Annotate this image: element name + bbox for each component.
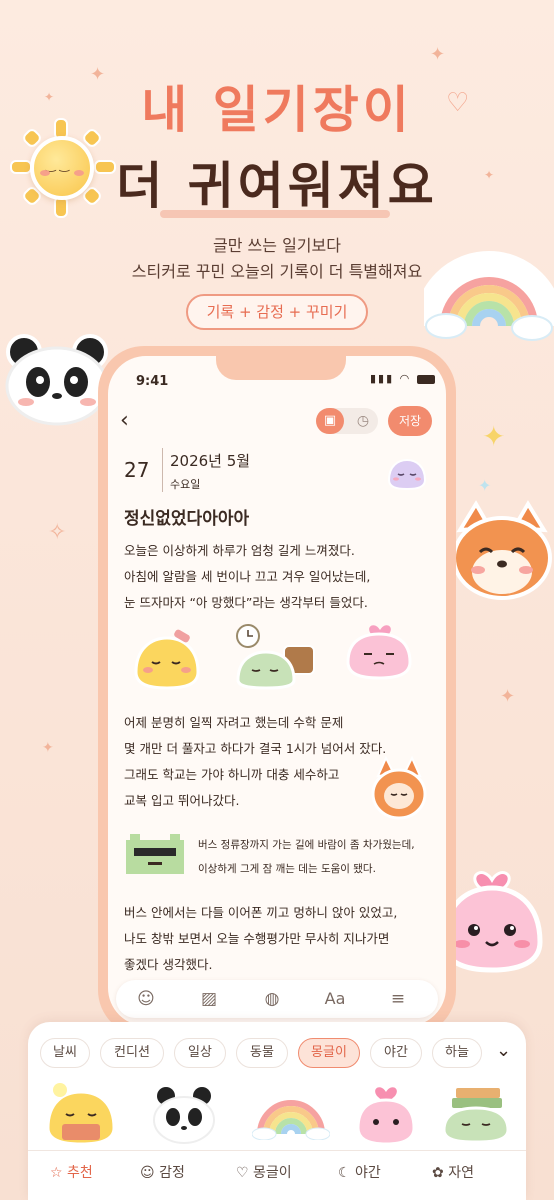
chevron-down-icon[interactable]: ⌄: [496, 1040, 511, 1061]
sparkle-icon: ✦: [90, 64, 106, 85]
mood-blob-icon[interactable]: [386, 456, 428, 490]
nav-item-nature[interactable]: ✿ 자연: [432, 1162, 474, 1182]
category-chip-condition[interactable]: 컨디션: [100, 1038, 164, 1068]
entry-line[interactable]: 어제 분명히 일찍 자려고 했는데 수학 문제: [124, 710, 343, 736]
feature-pill: 기록 + 감정 + 꾸미기: [186, 294, 368, 330]
tray-sticker-rainbow[interactable]: [252, 1090, 330, 1140]
tray-sticker-green-blob-books[interactable]: [440, 1086, 512, 1144]
hero-underline: [160, 210, 390, 218]
sparkle-icon: ✦: [44, 90, 55, 104]
star-outline-icon: ☆: [50, 1165, 63, 1181]
entry-line[interactable]: 아침에 알람을 세 번이나 끄고 겨우 일어났는데,: [124, 564, 370, 590]
book-icon[interactable]: ▣: [316, 408, 344, 434]
signal-icon: ▮▮▮: [370, 372, 395, 385]
palette-icon[interactable]: ◍: [257, 989, 287, 1009]
nav-label: 자연: [448, 1165, 474, 1181]
entry-line[interactable]: 눈 뜨자마자 “아 망했다”라는 생각부터 들었다.: [124, 590, 368, 616]
nav-item-emotion[interactable]: ☺ 감정: [140, 1162, 185, 1182]
sparkle-icon: ✦: [500, 686, 516, 707]
entry-title[interactable]: 정신없었다아아아: [124, 504, 249, 529]
category-chip-monggeul[interactable]: 몽글이: [298, 1038, 360, 1068]
tray-sticker-yellow-blob-book[interactable]: [44, 1080, 118, 1146]
sparkle-icon: ✧: [48, 520, 67, 545]
flower-icon: ✿: [432, 1165, 444, 1181]
sparkle-icon: ✦: [430, 44, 446, 65]
sun-sticker: ‿ ‿: [10, 118, 120, 218]
pixel-frog-sunglasses-sticker[interactable]: [122, 830, 188, 878]
entry-line[interactable]: 버스 안에서는 다들 이어폰 끼고 멍하니 앉아 있었고,: [124, 900, 397, 926]
entry-day: 27: [124, 458, 150, 482]
entry-line[interactable]: 오늘은 이상하게 하루가 엄청 길게 느껴졌다.: [124, 538, 355, 564]
heart-outline-icon: ♡: [236, 1165, 249, 1181]
nav-item-recommended[interactable]: ☆ 추천: [50, 1162, 93, 1182]
category-chip-daily[interactable]: 일상: [174, 1038, 226, 1068]
wifi-icon: ◠: [399, 372, 412, 385]
back-chevron-icon[interactable]: ‹: [120, 408, 129, 433]
heart-outline-icon: ♡: [446, 88, 470, 118]
date-divider: [162, 448, 163, 492]
nav-item-night[interactable]: ☾ 야간: [338, 1162, 381, 1182]
nav-label: 추천: [67, 1165, 93, 1181]
entry-weekday: 수요일: [170, 478, 201, 491]
star-icon: ✦: [478, 476, 492, 495]
tray-sticker-panda[interactable]: [152, 1084, 216, 1144]
entry-line[interactable]: 교복 입고 뛰어나갔다.: [124, 788, 239, 814]
moon-icon: ☾: [338, 1165, 351, 1181]
entry-line[interactable]: 이상하게 그게 잠 깨는 데는 도움이 됐다.: [198, 856, 376, 882]
text-style-button[interactable]: Aa: [320, 989, 350, 1008]
emoji-icon[interactable]: ☺: [131, 989, 161, 1009]
nav-label: 감정: [159, 1165, 185, 1181]
entry-line[interactable]: 몇 개만 더 풀자고 하다가 결국 1시가 넘어서 잤다.: [124, 736, 386, 762]
grumpy-pink-blob-sticker[interactable]: [344, 616, 414, 680]
battery-icon: [416, 374, 435, 384]
entry-line[interactable]: 나도 창밖 보면서 오늘 수행평가만 무사히 지나가면: [124, 926, 389, 952]
tray-sticker-pink-blob[interactable]: [354, 1080, 418, 1146]
nav-label: 몽글이: [253, 1165, 292, 1181]
panda-sticker: [5, 334, 109, 426]
phone-notch: [216, 346, 346, 380]
save-button[interactable]: 저장: [388, 406, 432, 436]
sparkle-icon: ✦: [42, 740, 54, 756]
menu-icon[interactable]: ≡: [383, 989, 413, 1009]
entry-line[interactable]: 좋겠다 생각했다.: [124, 952, 212, 978]
yellow-blob-sticker[interactable]: [132, 628, 202, 690]
nav-item-monggeul[interactable]: ♡ 몽글이: [236, 1162, 292, 1182]
status-time: 9:41: [136, 374, 169, 389]
category-chip-night[interactable]: 야간: [370, 1038, 422, 1068]
fox-costume-sticker[interactable]: [370, 756, 428, 820]
clock-icon[interactable]: ◷: [350, 408, 376, 434]
star-icon: ✦: [482, 420, 506, 453]
entry-line[interactable]: 버스 정류장까지 가는 길에 바람이 좀 차가웠는데,: [198, 832, 415, 858]
sleepy-green-blob-sticker[interactable]: [234, 622, 318, 690]
nav-label: 야간: [355, 1165, 381, 1181]
category-chip-sky[interactable]: 하늘: [432, 1038, 482, 1068]
sparkle-icon: ✦: [484, 168, 495, 182]
category-chip-animal[interactable]: 동물: [236, 1038, 288, 1068]
rainbow-sticker: [424, 251, 554, 341]
smile-icon: ☺: [140, 1165, 155, 1181]
entry-line[interactable]: 그래도 학교는 가야 하니까 대충 세수하고: [124, 762, 339, 788]
image-icon[interactable]: ▨: [194, 989, 224, 1009]
tray-divider: [28, 1150, 526, 1151]
entry-year-month: 2026년 5월: [170, 452, 251, 470]
shiba-sticker: [452, 500, 552, 600]
status-icons: ▮▮▮ ◠: [370, 372, 435, 385]
category-chip-weather[interactable]: 날씨: [40, 1038, 90, 1068]
